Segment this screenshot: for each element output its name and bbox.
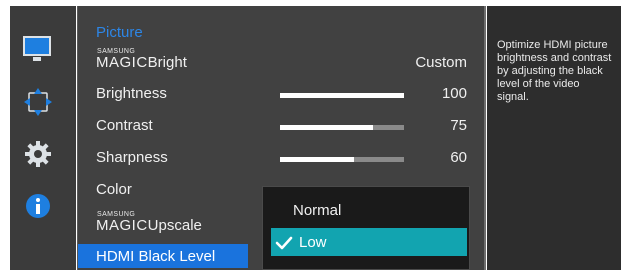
osd-screen: Picture SAMSUNG MAGIC Bright Custom Brig…: [0, 0, 621, 275]
magic-brand-logo: SAMSUNG MAGIC: [96, 211, 148, 234]
monitor-stand-shape: [33, 57, 41, 61]
menu-item-label: Color: [96, 181, 132, 198]
option-normal[interactable]: Normal: [271, 196, 467, 224]
menu-item-sharpness[interactable]: Sharpness 60: [78, 145, 478, 173]
menu-item-value: 75: [450, 117, 467, 134]
menu-item-label: Sharpness: [96, 149, 168, 166]
menu-item-label: SAMSUNG MAGIC Upscale: [96, 211, 202, 234]
menu-item-value: 100: [441, 85, 467, 102]
gear-icon[interactable]: [23, 139, 53, 169]
brightness-slider[interactable]: [280, 93, 404, 98]
menu-item-magic-bright[interactable]: SAMSUNG MAGIC Bright Custom: [78, 48, 478, 78]
magic-brand-logo: SAMSUNG MAGIC: [96, 48, 148, 71]
hdmi-black-level-dropdown: Normal Low: [262, 186, 470, 270]
magic-brand-word: MAGIC: [96, 54, 148, 71]
menu-item-label: Contrast: [96, 117, 153, 134]
magic-brand-small: SAMSUNG: [97, 211, 136, 218]
option-label: Low: [299, 234, 327, 251]
slider-fill: [280, 93, 404, 98]
menu-item-contrast[interactable]: Contrast 75: [78, 113, 478, 141]
position-arrows-icon[interactable]: [23, 87, 53, 117]
option-low[interactable]: Low: [271, 228, 467, 256]
info-icon[interactable]: [23, 191, 53, 221]
option-label: Normal: [293, 202, 342, 219]
sharpness-slider[interactable]: [280, 157, 404, 162]
slider-fill: [280, 157, 355, 162]
menu-item-label: SAMSUNG MAGIC Bright: [96, 48, 187, 71]
checkmark-icon: [275, 236, 293, 250]
menu-item-label-text: Bright: [147, 54, 187, 71]
menu-title: Picture: [96, 24, 143, 41]
menu-item-value: 60: [450, 149, 467, 166]
magic-brand-small: SAMSUNG: [97, 48, 136, 55]
help-description-panel: Optimize HDMI picture brightness and con…: [487, 6, 621, 270]
help-description-text: Optimize HDMI picture brightness and con…: [497, 39, 612, 103]
menu-item-label: Brightness: [96, 85, 167, 102]
magic-brand-word: MAGIC: [96, 217, 148, 234]
monitor-icon[interactable]: [23, 36, 51, 61]
menu-item-label-text: Upscale: [147, 217, 202, 234]
menu-item-hdmi-black-level[interactable]: HDMI Black Level: [78, 244, 248, 268]
menu-item-brightness[interactable]: Brightness 100: [78, 81, 478, 109]
category-icon-bar: [10, 6, 76, 270]
monitor-screen-shape: [23, 36, 51, 56]
menu-item-label: HDMI Black Level: [96, 248, 216, 265]
menu-item-value: Custom: [415, 54, 467, 71]
contrast-slider[interactable]: [280, 125, 404, 130]
slider-fill: [280, 125, 373, 130]
